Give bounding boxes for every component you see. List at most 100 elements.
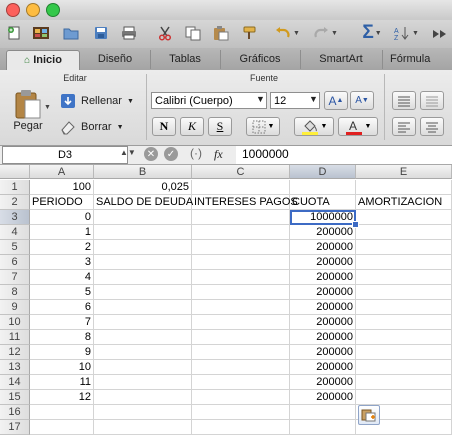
row-header-8[interactable]: 8 (0, 285, 30, 300)
font-color-button[interactable]: A ▼ (338, 117, 378, 136)
paste-button[interactable]: Pegar (8, 88, 48, 140)
row-header-16[interactable]: 16 (0, 405, 30, 420)
cell-b1[interactable]: 0,025 (94, 180, 192, 195)
row-header-7[interactable]: 7 (0, 270, 30, 285)
cell-e14[interactable] (356, 375, 452, 390)
cell-d11[interactable]: 200000 (290, 330, 356, 345)
cell-a14[interactable]: 11 (30, 375, 94, 390)
cell-d9[interactable]: 200000 (290, 300, 356, 315)
cell-d1[interactable] (290, 180, 356, 195)
align-text-center-button[interactable] (420, 117, 444, 136)
cell-a11[interactable]: 8 (30, 330, 94, 345)
row-header-2[interactable]: 2 (0, 195, 30, 210)
cell-d2[interactable]: CUOTA (290, 195, 356, 210)
cell-d4[interactable]: 200000 (290, 225, 356, 240)
cell-b4[interactable] (94, 225, 192, 240)
paste-options-button[interactable] (358, 405, 380, 425)
cell-d13[interactable]: 200000 (290, 360, 356, 375)
tab-diseno[interactable]: Diseño (80, 50, 151, 69)
italic-button[interactable]: K (180, 117, 204, 136)
zoom-icon[interactable] (428, 23, 450, 43)
tab-inicio[interactable]: ⌂ Inicio (6, 50, 80, 70)
align-left-button[interactable] (392, 91, 416, 110)
autosum-icon[interactable]: Σ ▼ (358, 22, 386, 43)
cell-c7[interactable] (192, 270, 290, 285)
cut-icon[interactable] (154, 23, 176, 43)
cell-b17[interactable] (94, 420, 192, 435)
row-header-14[interactable]: 14 (0, 375, 30, 390)
cell-c8[interactable] (192, 285, 290, 300)
row-header-3[interactable]: 3 (0, 210, 30, 225)
close-window-button[interactable] (6, 3, 20, 17)
zoom-window-button[interactable] (46, 3, 60, 17)
cell-b13[interactable] (94, 360, 192, 375)
cell-a7[interactable]: 4 (30, 270, 94, 285)
underline-button[interactable]: S (208, 117, 232, 136)
font-size-dropdown-arrow[interactable]: ▼ (309, 94, 318, 104)
cell-e7[interactable] (356, 270, 452, 285)
cell-c11[interactable] (192, 330, 290, 345)
cell-e12[interactable] (356, 345, 452, 360)
tab-tablas[interactable]: Tablas (150, 50, 221, 69)
cell-b6[interactable] (94, 255, 192, 270)
cell-a10[interactable]: 7 (30, 315, 94, 330)
cell-b10[interactable] (94, 315, 192, 330)
cell-b8[interactable] (94, 285, 192, 300)
cell-d17[interactable] (290, 420, 356, 435)
cell-b16[interactable] (94, 405, 192, 420)
cell-a3[interactable]: 0 (30, 210, 94, 225)
cell-a2[interactable]: PERIODO (30, 195, 94, 210)
fx-label[interactable]: fx (214, 147, 223, 162)
shrink-font-button[interactable]: A ▼ (350, 91, 374, 110)
row-header-13[interactable]: 13 (0, 360, 30, 375)
cell-a9[interactable]: 6 (30, 300, 94, 315)
font-name-select[interactable]: Calibri (Cuerpo) (151, 92, 267, 109)
column-header-b[interactable]: B (94, 165, 192, 179)
name-box-dropdown[interactable]: ▲▼ (120, 148, 136, 157)
save-icon[interactable] (90, 23, 112, 43)
new-icon[interactable] (3, 23, 25, 43)
column-header-a[interactable]: A (30, 165, 94, 179)
cell-c16[interactable] (192, 405, 290, 420)
cell-e15[interactable] (356, 390, 452, 405)
cell-c9[interactable] (192, 300, 290, 315)
align-center-button[interactable] (420, 91, 444, 110)
row-header-4[interactable]: 4 (0, 225, 30, 240)
cell-d10[interactable]: 200000 (290, 315, 356, 330)
grow-font-button[interactable]: A ▲ (324, 91, 348, 110)
fill-color-button[interactable]: ▼ (294, 117, 334, 136)
cell-a5[interactable]: 2 (30, 240, 94, 255)
confirm-entry-icon[interactable]: ✓ (164, 147, 178, 161)
row-header-5[interactable]: 5 (0, 240, 30, 255)
cell-a12[interactable]: 9 (30, 345, 94, 360)
cell-c2[interactable]: INTERESES PAGOS (192, 195, 298, 210)
format-painter-icon[interactable] (238, 23, 260, 43)
copy-icon[interactable] (182, 23, 204, 43)
cell-c12[interactable] (192, 345, 290, 360)
cell-e5[interactable] (356, 240, 452, 255)
column-header-d[interactable]: D (290, 165, 356, 179)
row-header-1[interactable]: 1 (0, 180, 30, 195)
cell-e2[interactable]: AMORTIZACION (356, 195, 452, 210)
cell-b7[interactable] (94, 270, 192, 285)
font-name-dropdown-arrow[interactable]: ▼ (256, 94, 265, 104)
cell-a1[interactable]: 100 (30, 180, 94, 195)
cell-b12[interactable] (94, 345, 192, 360)
cell-a13[interactable]: 10 (30, 360, 94, 375)
print-icon[interactable] (118, 23, 140, 43)
cell-b2[interactable]: SALDO DE DEUDA (94, 195, 193, 210)
cell-e6[interactable] (356, 255, 452, 270)
cell-d14[interactable]: 200000 (290, 375, 356, 390)
redo-icon[interactable]: ▼ (310, 23, 340, 43)
cell-a17[interactable] (30, 420, 94, 435)
cell-c17[interactable] (192, 420, 290, 435)
cell-c13[interactable] (192, 360, 290, 375)
formula-content-field[interactable]: 1000000 (236, 146, 452, 164)
cell-c15[interactable] (192, 390, 290, 405)
cancel-entry-icon[interactable]: ✕ (144, 147, 158, 161)
row-header-10[interactable]: 10 (0, 315, 30, 330)
cell-a4[interactable]: 1 (30, 225, 94, 240)
tab-smartart[interactable]: SmartArt (300, 50, 383, 69)
cell-d16[interactable] (290, 405, 356, 420)
cell-e4[interactable] (356, 225, 452, 240)
